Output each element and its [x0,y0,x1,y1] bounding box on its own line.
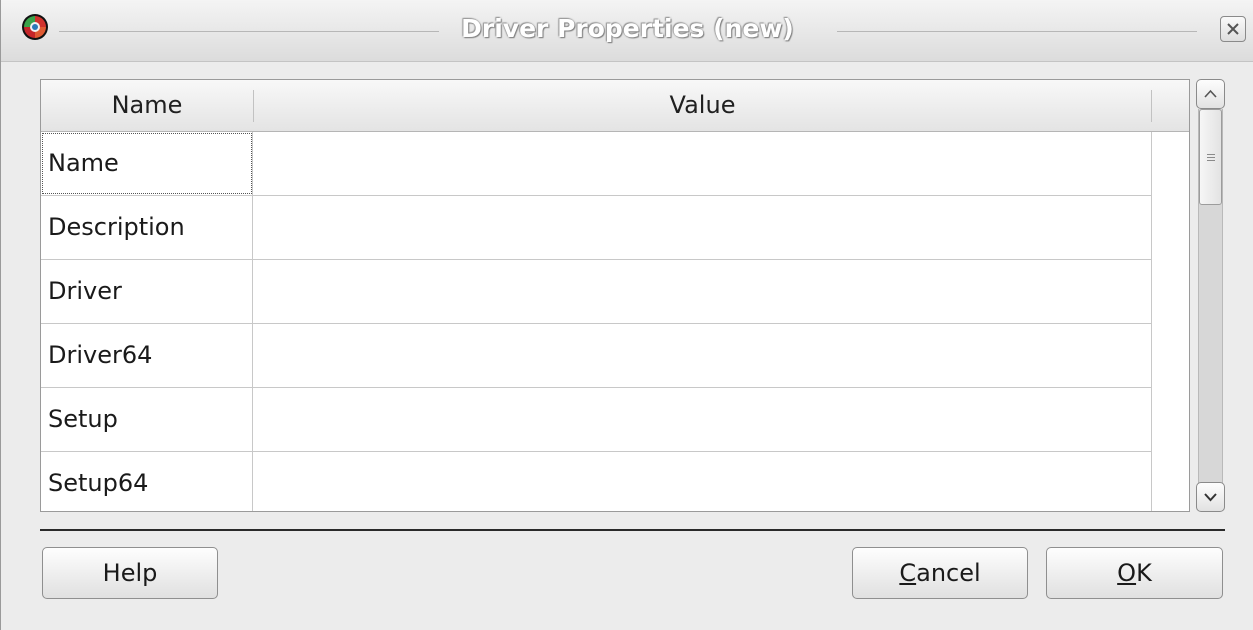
title-bar[interactable]: Driver Properties (new) [1,0,1253,62]
close-icon [1227,23,1239,35]
table-row[interactable]: Description [41,196,1151,260]
ok-button[interactable]: OK [1046,547,1223,599]
column-header-name[interactable]: Name [41,80,253,131]
property-value-cell[interactable] [253,260,1151,323]
odbc-app-icon [22,14,48,40]
property-value-cell[interactable] [253,452,1151,511]
cancel-button[interactable]: Cancel [852,547,1028,599]
property-name-cell[interactable]: Driver [41,260,253,323]
chevron-up-icon [1204,89,1217,98]
property-value-cell[interactable] [253,132,1151,195]
vertical-scrollbar[interactable] [1196,79,1225,512]
table-row[interactable]: Driver64 [41,324,1151,388]
close-button[interactable] [1220,16,1246,42]
scroll-track[interactable] [1198,109,1223,483]
table-header: Name Value [41,80,1189,132]
table-row[interactable]: Setup [41,388,1151,452]
property-name-cell[interactable]: Driver64 [41,324,253,387]
property-name-cell[interactable]: Setup [41,388,253,451]
driver-properties-dialog: Driver Properties (new) Name Value Name … [0,0,1253,630]
scroll-thumb[interactable] [1199,109,1222,205]
property-name-cell[interactable]: Setup64 [41,452,253,511]
scroll-down-button[interactable] [1196,482,1225,512]
table-row[interactable]: Name [41,132,1151,196]
table-row[interactable]: Driver [41,260,1151,324]
property-name-cell[interactable]: Name [41,132,253,195]
scroll-up-button[interactable] [1196,79,1225,109]
table-row[interactable]: Setup64 [41,452,1151,511]
help-button[interactable]: Help [42,547,218,599]
properties-table[interactable]: Name Value Name Description Driver Drive… [40,79,1190,512]
window-title: Driver Properties (new) [461,14,794,43]
column-header-value[interactable]: Value [254,80,1151,131]
separator [40,529,1225,531]
property-value-cell[interactable] [253,196,1151,259]
property-value-cell[interactable] [253,324,1151,387]
property-name-cell[interactable]: Description [41,196,253,259]
chevron-down-icon [1204,493,1217,502]
property-value-cell[interactable] [253,388,1151,451]
